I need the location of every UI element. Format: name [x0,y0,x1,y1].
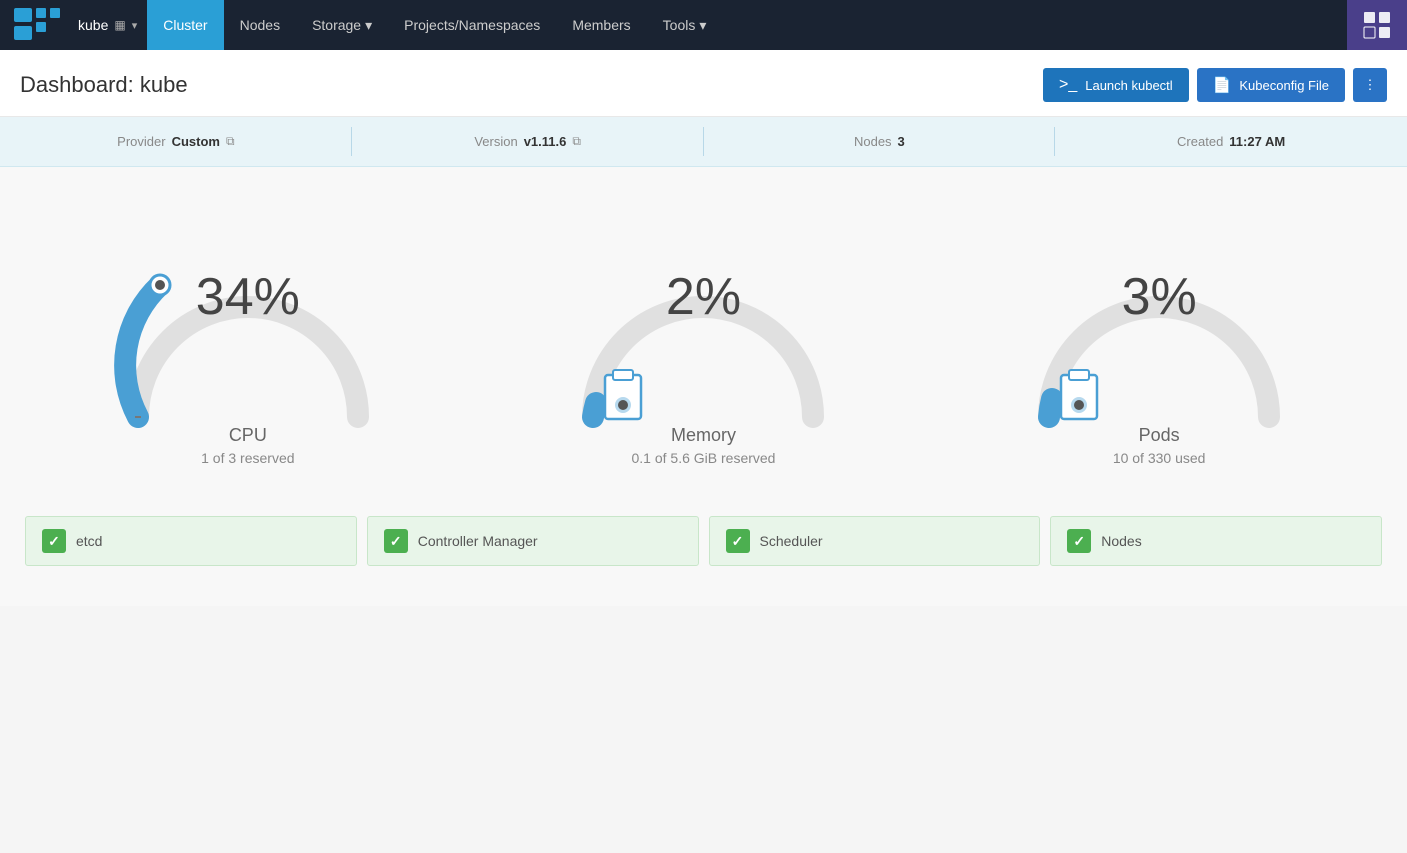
nav-right [1347,0,1407,50]
pods-percent: 3% [1122,271,1197,323]
server-icon: ▦ [114,18,125,32]
pods-gauge-wrapper: 3% [1019,207,1299,407]
kubeconfig-file-button[interactable]: 📄 Kubeconfig File [1197,68,1345,102]
header-actions: >_ Launch kubectl 📄 Kubeconfig File ⋮ [1043,68,1387,102]
gauges-row: 34% CPU 1 of 3 reserved [20,187,1387,496]
logo-icon [12,6,62,44]
nav-items: Cluster Nodes Storage ▾ Projects/Namespa… [147,0,722,50]
kubeconfig-label: Kubeconfig File [1239,78,1329,93]
controller-manager-label: Controller Manager [418,533,538,549]
brand-name: kube [78,17,108,33]
launch-kubectl-label: Launch kubectl [1085,78,1172,93]
cpu-sublabel: 1 of 3 reserved [201,450,294,466]
nodes-status-label: Nodes [1101,533,1141,549]
nodes-info: Nodes 3 [704,117,1056,166]
nodes-label: Nodes [854,134,892,149]
etcd-check-icon: ✓ [42,529,66,553]
cpu-gauge-svg [108,207,388,447]
cpu-gauge-wrapper: 34% [108,207,388,407]
tools-chevron-icon: ▾ [699,17,706,34]
cpu-percent: 34% [196,271,300,323]
nav-projects[interactable]: Projects/Namespaces [388,0,556,50]
nav-cluster[interactable]: Cluster [147,0,223,50]
memory-gauge-svg [563,207,843,447]
nav-members[interactable]: Members [556,0,646,50]
page-header: Dashboard: kube >_ Launch kubectl 📄 Kube… [0,50,1407,117]
provider-value: Custom [172,134,220,149]
status-bar: ✓ etcd ✓ Controller Manager ✓ Scheduler … [20,516,1387,586]
version-value: v1.11.6 [524,134,567,149]
pods-center: 3% [1122,271,1197,323]
created-info: Created 11:27 AM [1055,117,1407,166]
version-label: Version [474,134,517,149]
provider-label: Provider [117,134,165,149]
memory-gauge: 2% Memory 0.1 of 5.6 GiB reserved [513,207,893,466]
app-switcher-icon[interactable] [1347,0,1407,50]
dots-icon: ⋮ [1364,77,1377,93]
memory-percent: 2% [666,271,741,323]
provider-info: Provider Custom ⧉ [0,117,352,166]
memory-sublabel: 0.1 of 5.6 GiB reserved [632,450,776,466]
info-bar: Provider Custom ⧉ Version v1.11.6 ⧉ Node… [0,117,1407,167]
brand-chevron-icon: ▾ [132,19,138,32]
pods-sublabel: 10 of 330 used [1113,450,1206,466]
nav-storage[interactable]: Storage ▾ [296,0,388,50]
created-value: 11:27 AM [1229,134,1285,149]
navbar: kube ▦ ▾ Cluster Nodes Storage ▾ Project… [0,0,1407,50]
scheduler-label: Scheduler [760,533,823,549]
nodes-value: 3 [898,134,905,149]
scheduler-check-icon: ✓ [726,529,750,553]
memory-center: 2% [666,271,741,323]
launch-kubectl-button[interactable]: >_ Launch kubectl [1043,68,1189,102]
etcd-label: etcd [76,533,102,549]
nodes-check-icon: ✓ [1067,529,1091,553]
pods-gauge-svg [1019,207,1299,447]
status-nodes: ✓ Nodes [1050,516,1382,566]
version-info: Version v1.11.6 ⧉ [352,117,704,166]
cpu-center: 34% [196,271,300,323]
status-scheduler: ✓ Scheduler [709,516,1041,566]
status-controller-manager: ✓ Controller Manager [367,516,699,566]
main-content: 34% CPU 1 of 3 reserved [0,167,1407,606]
page-title: Dashboard: kube [20,72,188,98]
nav-tools[interactable]: Tools ▾ [647,0,723,50]
navbar-brand[interactable]: kube ▦ ▾ [74,0,147,50]
storage-chevron-icon: ▾ [365,17,372,34]
status-etcd: ✓ etcd [25,516,357,566]
document-icon: 📄 [1213,76,1232,94]
navbar-logo [0,0,74,50]
more-options-button[interactable]: ⋮ [1353,68,1387,102]
memory-gauge-wrapper: 2% [563,207,843,407]
terminal-icon: >_ [1059,76,1077,94]
cpu-gauge: 34% CPU 1 of 3 reserved [58,207,438,466]
nav-nodes[interactable]: Nodes [224,0,296,50]
created-label: Created [1177,134,1223,149]
pods-gauge: 3% Pods 10 of 330 used [969,207,1349,466]
copy-provider-icon[interactable]: ⧉ [226,134,235,149]
controller-check-icon: ✓ [384,529,408,553]
copy-version-icon[interactable]: ⧉ [572,134,581,149]
